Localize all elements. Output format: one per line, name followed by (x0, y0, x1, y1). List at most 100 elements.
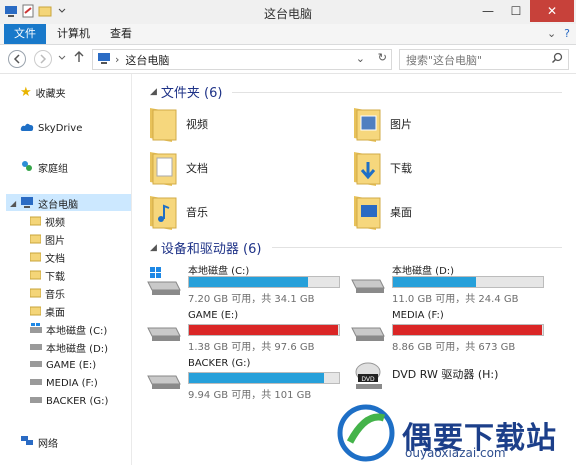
chevron-down-icon[interactable]: ⌄ (547, 27, 556, 40)
drive-icon (350, 266, 386, 296)
title-bar: 这台电脑 — ☐ ✕ (0, 0, 576, 24)
folder-downloads[interactable]: 下载 (352, 148, 412, 188)
dvd-drive-icon: DVD (350, 362, 386, 392)
group-header-devices[interactable]: ◢ 设备和驱动器 (6) (150, 238, 261, 257)
drive-c[interactable]: 本地磁盘 (C:) 7.20 GB 可用，共 34.1 GB (146, 262, 346, 305)
minimize-button[interactable]: — (474, 0, 502, 22)
nav-item-drive-g[interactable]: BACKER (G:) (30, 394, 108, 408)
computer-icon (97, 52, 111, 67)
nav-item-documents[interactable]: 文档 (29, 250, 65, 265)
search-input[interactable]: 搜索"这台电脑" (399, 49, 569, 70)
drive-name: BACKER (G:) (188, 358, 251, 369)
search-icon[interactable] (551, 52, 563, 67)
nav-label: GAME (E:) (46, 359, 97, 371)
nav-label: 网络 (38, 439, 58, 450)
watermark-url: ouyaoxiazai.com (405, 446, 506, 460)
address-bar-row: › 这台电脑 ⌄ ↻ 搜索"这台电脑" (0, 45, 576, 74)
drive-g[interactable]: BACKER (G:) 9.94 GB 可用，共 101 GB (146, 358, 346, 401)
folder-icon (29, 233, 42, 247)
tab-view[interactable]: 查看 (101, 24, 141, 44)
drive-usage-fill (189, 373, 324, 383)
nav-item-drive-f[interactable]: MEDIA (F:) (30, 376, 98, 390)
drive-free-space: 8.86 GB 可用，共 673 GB (392, 342, 516, 353)
folder-icon (29, 215, 42, 229)
drive-e[interactable]: GAME (E:) 1.38 GB 可用，共 97.6 GB (146, 310, 346, 353)
ribbon-tabs: 文件 计算机 查看 ⌄ ? (0, 24, 576, 45)
drive-usage-fill (393, 325, 542, 335)
nav-label: 本地磁盘 (D:) (46, 344, 109, 355)
drive-h-dvd[interactable]: DVD DVD RW 驱动器 (H:) (350, 358, 550, 398)
nav-homegroup[interactable]: 家庭组 (20, 159, 68, 176)
nav-item-desktop[interactable]: 桌面 (29, 304, 65, 319)
network-icon (20, 435, 34, 450)
collapse-arrow-icon[interactable]: ◢ (150, 87, 157, 97)
tab-file[interactable]: 文件 (4, 24, 46, 44)
nav-label: 视频 (45, 218, 65, 229)
watermark-logo-icon (336, 404, 396, 465)
forward-button[interactable] (34, 50, 52, 68)
nav-this-pc[interactable]: ◢ 这台电脑 (10, 196, 78, 211)
breadcrumb-this-pc[interactable]: 这台电脑 (125, 52, 169, 68)
folder-label: 图片 (390, 118, 412, 131)
close-button[interactable]: ✕ (530, 0, 574, 22)
folder-label: 下载 (390, 162, 412, 175)
windows-drive-icon (30, 322, 42, 337)
up-arrow-icon[interactable] (73, 50, 85, 67)
folder-label: 桌面 (390, 206, 412, 219)
address-dropdown-icon[interactable]: ⌄ (356, 52, 365, 65)
drive-name: 本地磁盘 (D:) (392, 266, 455, 277)
recent-locations-icon[interactable] (58, 52, 66, 65)
folder-desktop[interactable]: 桌面 (352, 192, 412, 232)
nav-item-drive-e[interactable]: GAME (E:) (30, 358, 96, 372)
drive-usage-bar (188, 324, 340, 336)
nav-label: 文档 (45, 254, 65, 265)
folder-videos[interactable]: 视频 (148, 104, 208, 144)
drive-d[interactable]: 本地磁盘 (D:) 11.0 GB 可用，共 24.4 GB (350, 262, 550, 305)
drive-icon (30, 358, 42, 372)
drive-free-space: 7.20 GB 可用，共 34.1 GB (188, 294, 315, 305)
refresh-icon[interactable]: ↻ (378, 51, 387, 64)
folder-pictures[interactable]: 图片 (352, 104, 412, 144)
drive-usage-bar (392, 276, 544, 288)
nav-label: MEDIA (F:) (46, 377, 98, 389)
nav-label: BACKER (G:) (46, 395, 109, 407)
group-title: 设备和驱动器 (6) (160, 242, 262, 257)
drive-name: DVD RW 驱动器 (H:) (392, 368, 499, 381)
tab-computer[interactable]: 计算机 (48, 24, 99, 44)
folder-label: 音乐 (186, 206, 208, 219)
nav-label: 图片 (45, 236, 65, 247)
nav-network[interactable]: 网络 (20, 435, 58, 450)
folder-icon (29, 287, 42, 301)
folder-music[interactable]: 音乐 (148, 192, 208, 232)
breadcrumb-separator-icon[interactable]: › (115, 53, 119, 66)
drive-icon (350, 314, 386, 344)
folder-icon (352, 148, 382, 188)
folder-label: 视频 (186, 118, 208, 131)
drive-icon (146, 362, 182, 392)
drive-usage-fill (393, 277, 476, 287)
nav-label: 收藏夹 (35, 89, 66, 100)
maximize-button[interactable]: ☐ (502, 0, 530, 22)
nav-item-downloads[interactable]: 下载 (29, 268, 65, 283)
address-box[interactable]: › 这台电脑 ⌄ ↻ (92, 49, 392, 70)
expand-arrow-icon[interactable]: ◢ (10, 199, 16, 208)
drive-name: MEDIA (F:) (392, 310, 444, 321)
nav-item-drive-d[interactable]: 本地磁盘 (D:) (30, 340, 108, 355)
folder-icon (29, 269, 42, 283)
help-icon[interactable]: ? (564, 27, 570, 40)
nav-item-videos[interactable]: 视频 (29, 214, 65, 229)
nav-skydrive[interactable]: SkyDrive (20, 122, 82, 135)
collapse-arrow-icon[interactable]: ◢ (150, 243, 157, 253)
group-header-folders[interactable]: ◢ 文件夹 (6) (150, 82, 222, 101)
nav-item-pictures[interactable]: 图片 (29, 232, 65, 247)
drive-f[interactable]: MEDIA (F:) 8.86 GB 可用，共 673 GB (350, 310, 550, 353)
nav-item-music[interactable]: 音乐 (29, 286, 65, 301)
search-placeholder: 搜索"这台电脑" (406, 53, 483, 67)
nav-favorites[interactable]: ★ 收藏夹 (20, 85, 66, 100)
folder-documents[interactable]: 文档 (148, 148, 208, 188)
back-button[interactable] (8, 50, 26, 68)
nav-item-drive-c[interactable]: 本地磁盘 (C:) (30, 322, 107, 337)
drive-icon (30, 341, 42, 355)
drive-usage-fill (189, 325, 338, 335)
folder-icon (148, 104, 178, 144)
